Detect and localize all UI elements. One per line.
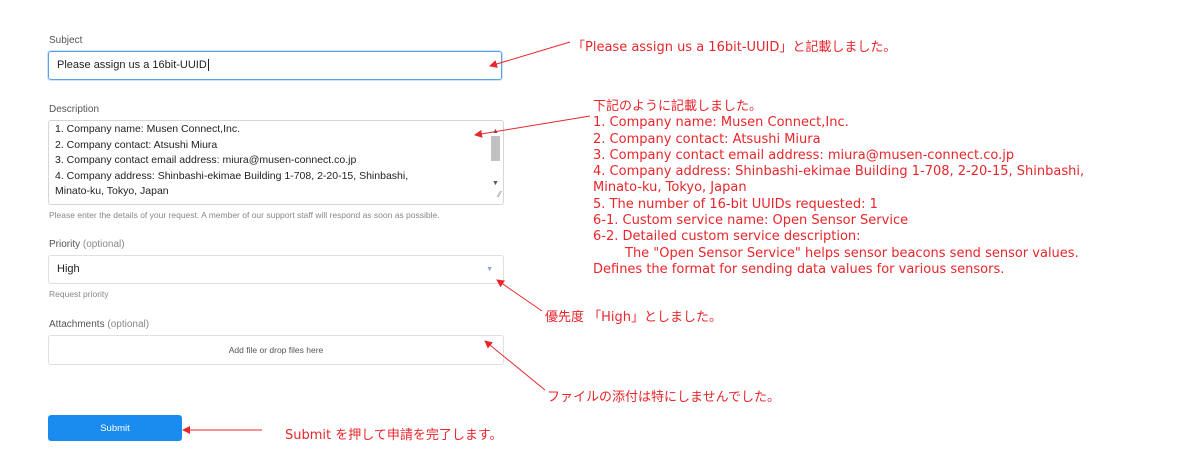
description-arrow — [474, 115, 591, 138]
attachments-arrow — [484, 340, 546, 391]
subject-arrow — [489, 41, 571, 68]
annotation-arrows — [182, 41, 591, 434]
priority-arrow — [496, 279, 543, 312]
